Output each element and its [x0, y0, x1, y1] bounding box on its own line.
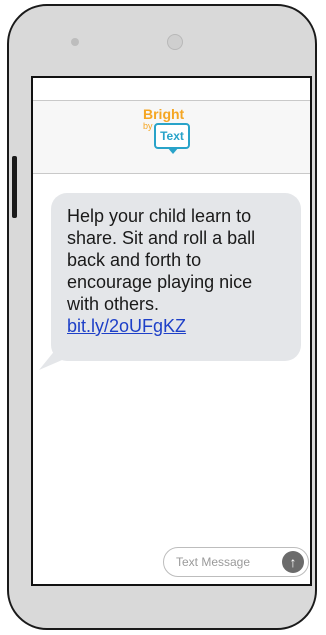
phone-sensor — [71, 38, 79, 46]
logo-by: by — [143, 121, 153, 131]
send-button[interactable]: ↑ — [282, 551, 304, 573]
arrow-up-icon: ↑ — [289, 554, 297, 570]
phone-side-button — [12, 156, 17, 218]
phone-camera — [167, 34, 183, 50]
conversation-header: Bright by Text — [33, 100, 310, 174]
phone-frame: Bright by Text Help your child learn to … — [7, 4, 317, 630]
logo-bubble-tail — [167, 147, 179, 154]
message-link[interactable]: bit.ly/2oUFgKZ — [67, 315, 186, 337]
message-bubble: Help your child learn to share. Sit and … — [51, 193, 301, 361]
logo-text-bubble: Text — [154, 123, 190, 149]
phone-screen: Bright by Text Help your child learn to … — [31, 76, 312, 586]
message-composer: ↑ — [163, 547, 309, 577]
logo-bright: Bright — [143, 106, 185, 122]
message-text: Help your child learn to share. Sit and … — [67, 206, 256, 314]
message-input[interactable] — [176, 554, 272, 570]
logo-text: Text — [160, 129, 184, 143]
